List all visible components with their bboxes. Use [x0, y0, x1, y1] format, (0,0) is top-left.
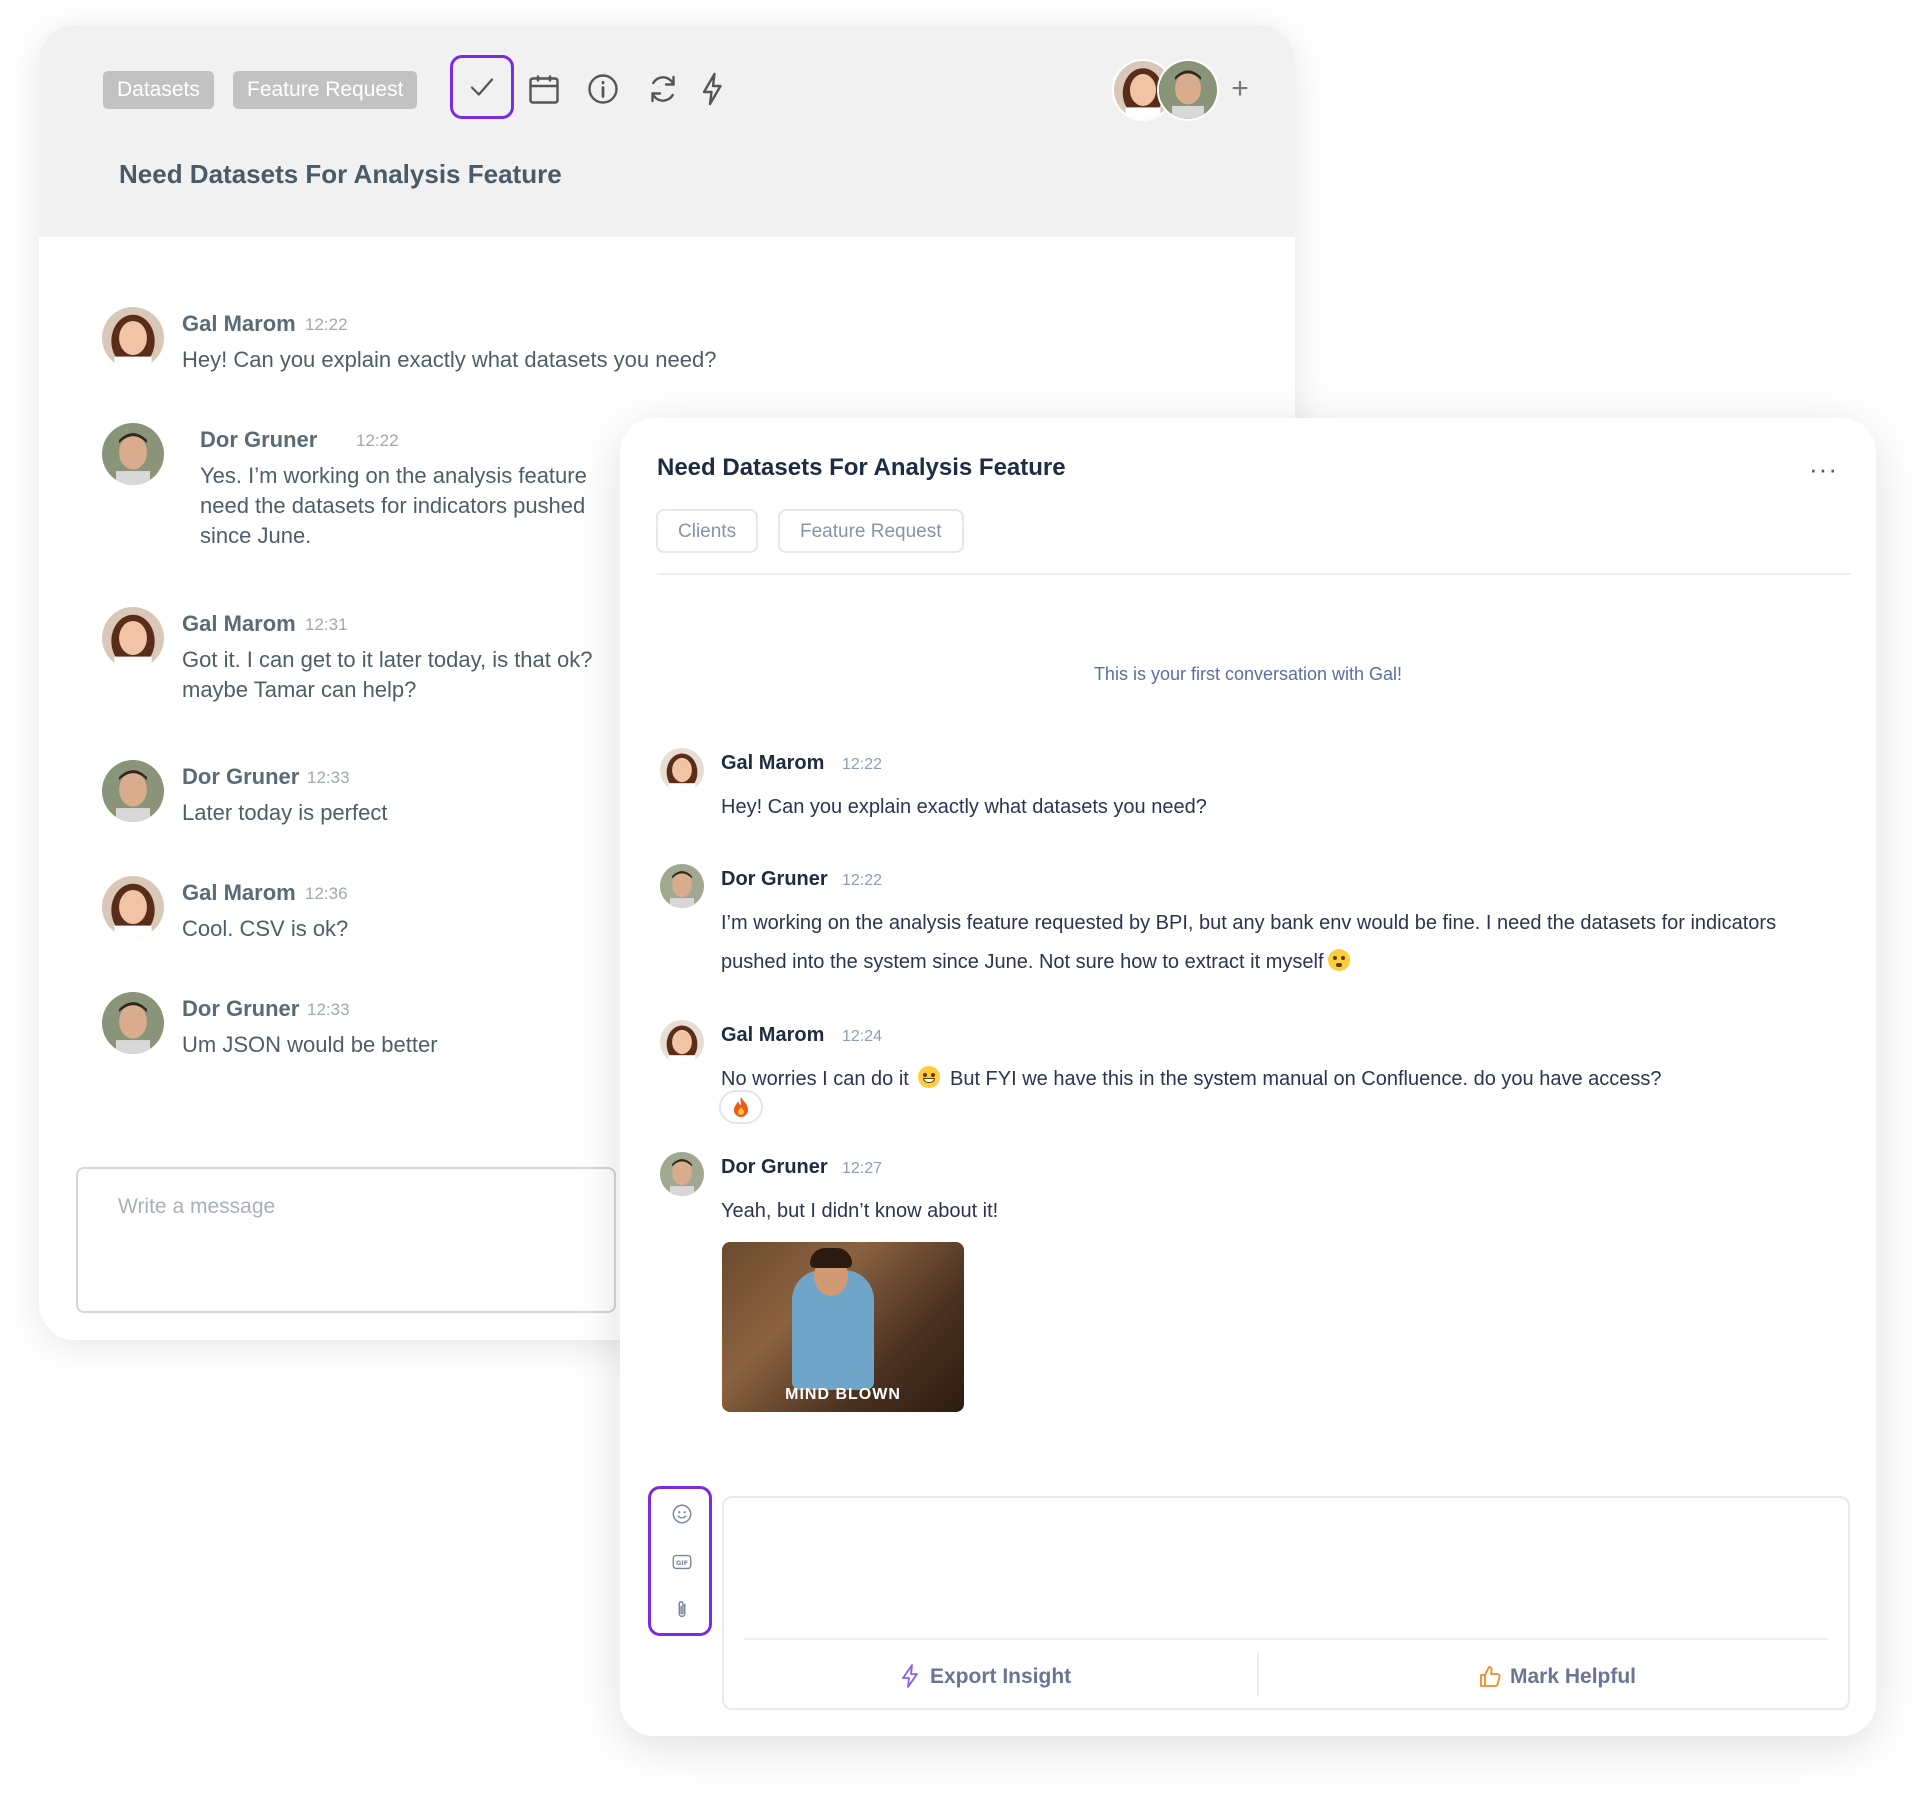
- emoji-picker-icon[interactable]: [671, 1503, 693, 1525]
- check-icon: [470, 78, 494, 96]
- calendar-icon[interactable]: [526, 71, 562, 107]
- input-placeholder: Write a message: [118, 1195, 276, 1218]
- message-time: 12:22: [842, 872, 883, 889]
- export-insight-label: Export Insight: [930, 1665, 1072, 1688]
- message-time: 12:27: [842, 1160, 883, 1177]
- message-author: Dor Gruner: [721, 868, 828, 890]
- message-author: Gal Marom: [182, 611, 296, 636]
- tag-feature-request[interactable]: Feature Request: [233, 71, 418, 109]
- message-text-part-b: But FYI we have this in the system manua…: [949, 1068, 1662, 1090]
- resolve-button[interactable]: [450, 55, 514, 119]
- refresh-icon[interactable]: [645, 71, 681, 107]
- message-time: 12:22: [305, 315, 348, 334]
- message-text: No worries I can do it But FYI we have t…: [721, 1060, 1821, 1099]
- front-conversation-panel: Need Datasets For Analysis Feature ··· C…: [620, 418, 1876, 1736]
- header-divider: [657, 573, 1851, 575]
- message-time: 12:22: [842, 756, 883, 773]
- message-time: 12:22: [356, 431, 399, 450]
- back-header: Datasets Feature Request + Need Datasets…: [39, 25, 1295, 237]
- message-text: Yes. I’m working on the analysis feature…: [200, 463, 587, 548]
- compose-divider: [744, 1638, 1828, 1640]
- message-time: 12:33: [307, 1000, 350, 1019]
- message-time: 12:36: [305, 884, 348, 903]
- grinning-emoji-icon: [918, 1066, 941, 1088]
- message-text: Got it. I can get to it later today, is …: [182, 647, 593, 702]
- back-message-input[interactable]: Write a message: [76, 1167, 616, 1313]
- message-author: Dor Gruner: [200, 427, 318, 452]
- more-options-icon[interactable]: ···: [1809, 454, 1838, 485]
- actions-divider: [1257, 1652, 1259, 1696]
- message-text: I’m working on the analysis feature requ…: [721, 904, 1821, 982]
- avatar-dor: [102, 992, 164, 1054]
- message-text: Hey! Can you explain exactly what datase…: [182, 347, 717, 372]
- avatar-dor: [660, 864, 704, 908]
- conversation-title: Need Datasets For Analysis Feature: [657, 454, 1066, 481]
- message-author: Gal Marom: [721, 1024, 825, 1046]
- compose-tools: GIF: [648, 1486, 712, 1636]
- message-author: Gal Marom: [182, 311, 296, 336]
- message-time: 12:31: [305, 615, 348, 634]
- fire-reaction[interactable]: [719, 1090, 763, 1124]
- thumbs-up-icon: [1480, 1666, 1501, 1687]
- fire-icon: [734, 1097, 748, 1117]
- compose-box[interactable]: Export Insight Mark Helpful: [722, 1496, 1850, 1710]
- mark-helpful-label: Mark Helpful: [1510, 1665, 1637, 1688]
- message-text: Hey! Can you explain exactly what datase…: [721, 796, 1207, 818]
- export-insight-button[interactable]: Export Insight: [898, 1652, 1071, 1702]
- svg-text:GIF: GIF: [676, 1559, 688, 1567]
- add-participant-icon[interactable]: +: [1222, 71, 1258, 107]
- mark-helpful-button[interactable]: Mark Helpful: [1478, 1652, 1636, 1702]
- back-conversation-title: Need Datasets For Analysis Feature: [119, 159, 562, 189]
- avatar-dor: [660, 1152, 704, 1196]
- message-text-content: I’m working on the analysis feature requ…: [721, 912, 1777, 973]
- message-author: Dor Gruner: [721, 1156, 828, 1178]
- lightning-icon[interactable]: [695, 71, 731, 107]
- message-author: Dor Gruner: [182, 764, 300, 789]
- gif-attachment[interactable]: MIND BLOWN: [722, 1242, 964, 1412]
- attachment-icon[interactable]: [671, 1599, 693, 1621]
- tag-clients[interactable]: Clients: [656, 509, 759, 553]
- message-author: Dor Gruner: [182, 996, 300, 1021]
- info-icon[interactable]: [585, 71, 621, 107]
- first-conversation-note: This is your first conversation with Gal…: [1093, 664, 1403, 684]
- tag-feature-request[interactable]: Feature Request: [778, 509, 964, 553]
- flushed-emoji-icon: [1327, 949, 1350, 971]
- lightning-icon: [902, 1664, 918, 1688]
- message-time: 12:33: [307, 768, 350, 787]
- message-author: Gal Marom: [721, 752, 825, 774]
- gif-hair: [810, 1248, 852, 1268]
- message-time: 12:24: [842, 1028, 883, 1045]
- gif-caption: MIND BLOWN: [785, 1386, 901, 1403]
- tag-datasets[interactable]: Datasets: [103, 71, 214, 109]
- avatar-gal: [102, 876, 164, 938]
- avatar-dor[interactable]: [1157, 59, 1219, 121]
- message-text: Yeah, but I didn’t know about it!: [721, 1200, 999, 1222]
- avatar-gal: [102, 607, 164, 669]
- avatar-gal: [660, 748, 704, 792]
- avatar-dor: [102, 760, 164, 822]
- avatar-gal: [660, 1020, 704, 1064]
- message-author: Gal Marom: [182, 880, 296, 905]
- avatar-dor: [102, 423, 164, 485]
- gif-icon[interactable]: GIF: [671, 1551, 693, 1573]
- message-text-part-a: No worries I can do it: [721, 1068, 909, 1090]
- avatar-gal: [102, 307, 164, 369]
